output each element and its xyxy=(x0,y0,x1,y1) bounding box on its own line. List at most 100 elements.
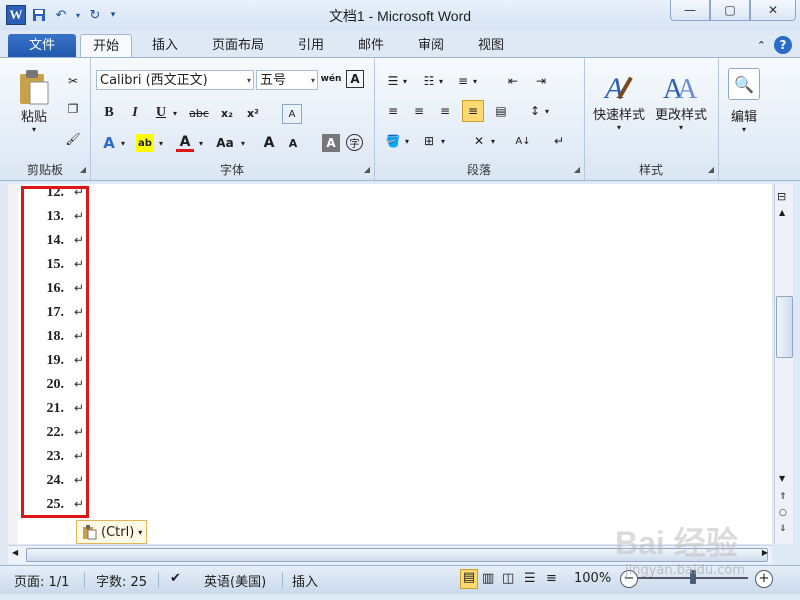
chinese-layout-dropdown-icon[interactable]: ▾ xyxy=(488,132,498,150)
copy-icon[interactable]: ❐ xyxy=(64,100,82,118)
font-color-icon[interactable]: A xyxy=(176,134,194,152)
help-icon[interactable]: ? xyxy=(774,36,792,54)
highlight-dropdown-icon[interactable]: ▾ xyxy=(156,134,166,152)
paragraph-launcher-icon[interactable]: ◢ xyxy=(574,165,580,174)
font-name-combo[interactable]: Calibri (西文正文) ▾ xyxy=(96,70,254,90)
increase-indent-icon[interactable]: ⇥ xyxy=(532,72,550,90)
document-page[interactable] xyxy=(8,184,772,544)
highlight-icon[interactable]: ab xyxy=(136,134,154,152)
decrease-indent-icon[interactable]: ⇤ xyxy=(504,72,522,90)
vertical-scroll-thumb[interactable] xyxy=(776,296,793,358)
tab-view[interactable]: 视图 xyxy=(474,34,508,58)
styles-launcher-icon[interactable]: ◢ xyxy=(708,165,714,174)
change-case-dropdown-icon[interactable]: ▾ xyxy=(238,134,248,152)
ruler-toggle-icon[interactable]: ⊟ xyxy=(777,190,786,203)
full-screen-reading-icon[interactable]: ▥ xyxy=(482,571,494,586)
tab-insert[interactable]: 插入 xyxy=(148,34,182,58)
zoom-in-button[interactable]: + xyxy=(755,570,773,588)
shrink-font-icon[interactable]: A xyxy=(284,134,302,152)
sort-icon[interactable]: A↓ xyxy=(514,132,532,150)
paste-button[interactable]: 粘贴 ▾ xyxy=(12,68,56,134)
watermark: Bai 经验 xyxy=(615,525,738,561)
paste-options-button[interactable]: (Ctrl) ▾ xyxy=(76,520,148,544)
bold-icon[interactable]: B xyxy=(100,104,118,122)
borders-icon[interactable]: ⊞ xyxy=(420,132,438,150)
font-launcher-icon[interactable]: ◢ xyxy=(364,165,370,174)
tab-page-layout[interactable]: 页面布局 xyxy=(208,34,268,58)
justify-icon[interactable]: ≡ xyxy=(462,100,484,122)
font-size-dropdown-icon[interactable]: ▾ xyxy=(311,71,315,91)
show-marks-icon[interactable]: ↵ xyxy=(550,132,568,150)
watermark-url: jingyan.baidu.com xyxy=(625,563,745,578)
text-effects-icon[interactable]: A xyxy=(100,134,118,152)
subscript-icon[interactable]: x₂ xyxy=(218,104,236,122)
tab-mailings[interactable]: 邮件 xyxy=(354,34,388,58)
numbering-dropdown-icon[interactable]: ▾ xyxy=(436,72,446,90)
bullets-dropdown-icon[interactable]: ▾ xyxy=(400,72,410,90)
character-shading-icon[interactable]: A xyxy=(322,134,340,152)
grow-font-icon[interactable]: A xyxy=(260,134,278,152)
outline-icon[interactable]: ☰ xyxy=(524,571,536,586)
draft-icon[interactable]: ≡ xyxy=(546,571,557,586)
clipboard-launcher-icon[interactable]: ◢ xyxy=(80,165,86,174)
word-count[interactable]: 字数: 25 xyxy=(96,571,147,590)
character-border-icon[interactable]: A xyxy=(346,70,364,88)
phonetic-guide-icon[interactable]: wén xyxy=(321,70,342,88)
scroll-down-icon[interactable]: ▼ xyxy=(779,474,785,483)
change-case-icon[interactable]: Aa xyxy=(214,134,236,152)
scroll-left-icon[interactable]: ◀ xyxy=(12,548,18,557)
align-left-icon[interactable]: ≡ xyxy=(384,102,402,120)
strikethrough-icon[interactable]: abc xyxy=(188,104,210,122)
italic-icon[interactable]: I xyxy=(126,104,144,122)
insert-mode[interactable]: 插入 xyxy=(292,571,318,590)
font-size-combo[interactable]: 五号 ▾ xyxy=(256,70,318,90)
underline-dropdown-icon[interactable]: ▾ xyxy=(170,104,180,122)
vertical-scrollbar[interactable]: ⊟ ▲ ▼ ⇑ ○ ⇓ xyxy=(774,184,793,544)
minimize-ribbon-icon[interactable]: ⌃ xyxy=(757,39,766,52)
superscript-icon[interactable]: x² xyxy=(244,104,262,122)
shading-icon[interactable]: 🪣 xyxy=(384,132,402,150)
zoom-level[interactable]: 100% xyxy=(574,571,611,586)
close-button[interactable]: ✕ xyxy=(750,0,796,21)
line-spacing-dropdown-icon[interactable]: ▾ xyxy=(542,102,552,120)
scroll-up-icon[interactable]: ▲ xyxy=(779,208,785,217)
multilevel-list-dropdown-icon[interactable]: ▾ xyxy=(470,72,480,90)
underline-icon[interactable]: U xyxy=(152,104,170,122)
align-right-icon[interactable]: ≡ xyxy=(436,102,454,120)
next-page-icon[interactable]: ⇓ xyxy=(779,524,787,534)
page-count[interactable]: 页面: 1/1 xyxy=(14,571,69,590)
enclose-characters-icon[interactable]: 字 xyxy=(346,134,363,151)
quick-styles-button[interactable]: A 快速样式 ▾ xyxy=(588,68,650,132)
align-center-icon[interactable]: ≡ xyxy=(410,102,428,120)
borders-dropdown-icon[interactable]: ▾ xyxy=(438,132,448,150)
maximize-button[interactable]: ▢ xyxy=(710,0,750,21)
tab-review[interactable]: 审阅 xyxy=(414,34,448,58)
text-effects-dropdown-icon[interactable]: ▾ xyxy=(118,134,128,152)
editing-button[interactable]: 🔍 编辑 ▾ xyxy=(722,68,766,134)
web-layout-icon[interactable]: ◫ xyxy=(502,571,514,586)
change-styles-dropdown-icon[interactable]: ▾ xyxy=(679,123,683,132)
minimize-button[interactable]: — xyxy=(670,0,710,21)
font-name-dropdown-icon[interactable]: ▾ xyxy=(247,71,251,91)
clear-formatting-icon[interactable]: A xyxy=(282,104,302,124)
print-layout-icon[interactable]: ▤ xyxy=(460,569,478,589)
shading-dropdown-icon[interactable]: ▾ xyxy=(402,132,412,150)
window-controls: — ▢ ✕ xyxy=(670,0,796,21)
change-styles-button[interactable]: AA 更改样式 ▾ xyxy=(650,68,712,132)
tab-references[interactable]: 引用 xyxy=(294,34,328,58)
format-painter-icon[interactable]: 🖌 xyxy=(64,130,82,148)
tab-home[interactable]: 开始 xyxy=(80,34,132,59)
proofing-icon[interactable]: ✔ xyxy=(170,571,181,586)
editing-dropdown-icon[interactable]: ▾ xyxy=(742,125,746,134)
quick-styles-dropdown-icon[interactable]: ▾ xyxy=(617,123,621,132)
previous-page-icon[interactable]: ⇑ xyxy=(779,492,787,502)
paste-dropdown-icon[interactable]: ▾ xyxy=(32,125,36,134)
language[interactable]: 英语(美国) xyxy=(204,571,266,590)
cut-icon[interactable]: ✂ xyxy=(64,72,82,90)
font-color-dropdown-icon[interactable]: ▾ xyxy=(196,134,206,152)
scroll-right-icon[interactable]: ▶ xyxy=(762,548,768,557)
browse-object-icon[interactable]: ○ xyxy=(779,508,787,518)
distributed-icon[interactable]: ▤ xyxy=(492,102,510,120)
chinese-layout-icon[interactable]: ✕ xyxy=(470,132,488,150)
tab-file[interactable]: 文件 xyxy=(8,34,76,58)
